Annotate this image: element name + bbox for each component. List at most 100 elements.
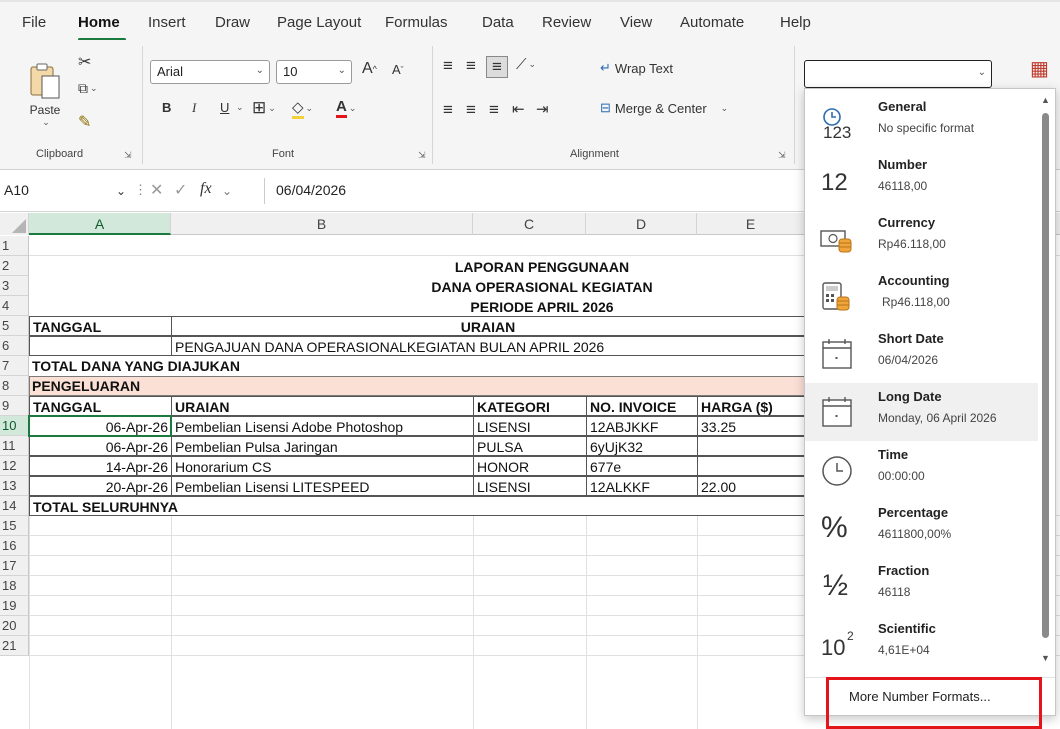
scroll-down-icon[interactable]: ▼: [1041, 653, 1050, 663]
table-cell-date[interactable]: 06-Apr-26: [29, 436, 172, 456]
select-all-button[interactable]: [0, 213, 29, 235]
format-option-fraction[interactable]: ½ Fraction 46118: [805, 557, 1038, 615]
menu-file[interactable]: File: [22, 14, 46, 31]
increase-indent-icon[interactable]: ⇥: [536, 100, 549, 118]
row-header[interactable]: 14: [0, 496, 29, 516]
insert-function-icon[interactable]: fx: [200, 180, 212, 198]
row-header[interactable]: 9: [0, 396, 29, 416]
row-header[interactable]: 11: [0, 436, 29, 456]
header-tanggal[interactable]: TANGGAL: [29, 316, 172, 336]
row-header[interactable]: 6: [0, 336, 29, 356]
row-header[interactable]: 19: [0, 596, 29, 616]
wrap-text-button[interactable]: ↵ Wrap Text: [600, 60, 673, 76]
underline-button[interactable]: U: [220, 100, 229, 115]
paste-button[interactable]: Paste ⌄: [20, 48, 70, 140]
format-option-short-date[interactable]: Short Date 06/04/2026: [805, 325, 1038, 383]
orientation-icon[interactable]: ⟋ ⌄: [516, 56, 536, 73]
table-cell[interactable]: 12ABJKKF: [586, 416, 698, 436]
column-header-b[interactable]: B: [171, 213, 473, 235]
align-middle-icon[interactable]: ≡: [466, 56, 476, 76]
table-cell[interactable]: LISENSI: [473, 416, 587, 436]
row-header[interactable]: 13: [0, 476, 29, 496]
table-cell[interactable]: Pembelian Lisensi Adobe Photoshop: [171, 416, 474, 436]
row-header[interactable]: 4: [0, 296, 29, 316]
borders-icon[interactable]: ⊞ ⌄: [252, 98, 276, 118]
row-header[interactable]: 8: [0, 376, 29, 396]
menu-draw[interactable]: Draw: [215, 14, 250, 31]
dialog-launcher-icon[interactable]: ⇲: [124, 150, 132, 161]
align-left-icon[interactable]: ≡: [443, 100, 453, 120]
chevron-down-icon[interactable]: ⌄: [234, 102, 244, 113]
shrink-font-button[interactable]: Aˇ: [392, 62, 404, 77]
table-header[interactable]: URAIAN: [171, 396, 474, 416]
format-option-number[interactable]: 12 Number 46118,00: [805, 151, 1038, 209]
table-cell[interactable]: [697, 436, 805, 456]
bold-button[interactable]: B: [162, 100, 171, 115]
font-color-icon[interactable]: A ⌄: [336, 98, 356, 118]
table-cell[interactable]: 22.00: [697, 476, 805, 496]
fill-color-icon[interactable]: ◇ ⌄: [292, 98, 313, 119]
format-option-time[interactable]: Time 00:00:00: [805, 441, 1038, 499]
menu-help[interactable]: Help: [780, 14, 811, 31]
format-option-long-date[interactable]: Long Date Monday, 06 April 2026: [805, 383, 1038, 441]
format-option-percentage[interactable]: % Percentage 4611800,00%: [805, 499, 1038, 557]
format-painter-icon[interactable]: ✎: [78, 112, 91, 132]
column-header-a[interactable]: A: [29, 213, 171, 235]
row-header[interactable]: 7: [0, 356, 29, 376]
scrollbar-thumb[interactable]: [1042, 113, 1049, 638]
table-header[interactable]: NO. INVOICE: [586, 396, 698, 416]
conditional-formatting-icon[interactable]: ▦: [1030, 56, 1049, 81]
table-cell[interactable]: Pembelian Lisensi LITESPEED: [171, 476, 474, 496]
table-cell[interactable]: Honorarium CS: [171, 456, 474, 476]
table-cell-date[interactable]: 20-Apr-26: [29, 476, 172, 496]
pengajuan-cell[interactable]: PENGAJUAN DANA OPERASIONALKEGIATAN BULAN…: [171, 336, 805, 356]
format-option-scientific[interactable]: 10 2 Scientific 4,61E+04: [805, 615, 1038, 673]
menu-formulas[interactable]: Formulas: [385, 14, 448, 31]
table-cell[interactable]: PULSA: [473, 436, 587, 456]
chevron-down-icon[interactable]: ⌄: [116, 184, 126, 198]
formula-input[interactable]: 06/04/2026: [276, 182, 346, 198]
font-name-combo[interactable]: Arial ⌄: [150, 60, 270, 84]
total-diajukan-label[interactable]: TOTAL DANA YANG DIAJUKAN: [29, 356, 429, 376]
table-cell[interactable]: 12ALKKF: [586, 476, 698, 496]
align-top-icon[interactable]: ≡: [443, 56, 453, 76]
table-header[interactable]: TANGGAL: [29, 396, 172, 416]
row-header[interactable]: 15: [0, 516, 29, 536]
table-cell[interactable]: 6yUjK32: [586, 436, 698, 456]
row-header[interactable]: 5: [0, 316, 29, 336]
menu-view[interactable]: View: [620, 14, 652, 31]
active-cell-selection[interactable]: [28, 415, 172, 437]
row-header[interactable]: 3: [0, 276, 29, 296]
header-uraian[interactable]: URAIAN: [171, 316, 805, 336]
align-right-icon[interactable]: ≡: [489, 100, 499, 120]
table-cell-date[interactable]: 14-Apr-26: [29, 456, 172, 476]
grow-font-button[interactable]: A ^: [362, 60, 377, 78]
menu-automate[interactable]: Automate: [680, 14, 744, 31]
row-header[interactable]: 1: [0, 236, 29, 256]
row-header[interactable]: 16: [0, 536, 29, 556]
enter-check-icon[interactable]: ✓: [174, 180, 187, 200]
font-size-combo[interactable]: 10 ⌄: [276, 60, 352, 84]
row-header[interactable]: 20: [0, 616, 29, 636]
format-option-accounting[interactable]: Accounting Rp46.118,00: [805, 267, 1038, 325]
table-cell[interactable]: 677e: [586, 456, 698, 476]
copy-icon[interactable]: ⧉ ⌄: [78, 80, 98, 97]
row-header[interactable]: 18: [0, 576, 29, 596]
row-header[interactable]: 17: [0, 556, 29, 576]
cell[interactable]: [29, 336, 172, 356]
table-cell[interactable]: LISENSI: [473, 476, 587, 496]
dialog-launcher-icon[interactable]: ⇲: [778, 150, 786, 161]
cancel-icon[interactable]: ✕: [150, 180, 163, 200]
more-options-icon[interactable]: ⋮: [134, 182, 147, 198]
menu-home[interactable]: Home: [78, 14, 120, 31]
dialog-launcher-icon[interactable]: ⇲: [418, 150, 426, 161]
report-period[interactable]: PERIODE APRIL 2026: [171, 297, 913, 317]
row-header[interactable]: 2: [0, 256, 29, 276]
decrease-indent-icon[interactable]: ⇤: [512, 100, 525, 118]
menu-insert[interactable]: Insert: [148, 14, 186, 31]
merge-center-button[interactable]: ⊟ Merge & Center ⌄: [600, 100, 728, 116]
scroll-up-icon[interactable]: ▲: [1041, 95, 1050, 105]
report-subtitle[interactable]: DANA OPERASIONAL KEGIATAN: [171, 277, 913, 297]
column-header-d[interactable]: D: [586, 213, 697, 235]
dropdown-scrollbar[interactable]: ▲ ▼: [1040, 95, 1052, 665]
